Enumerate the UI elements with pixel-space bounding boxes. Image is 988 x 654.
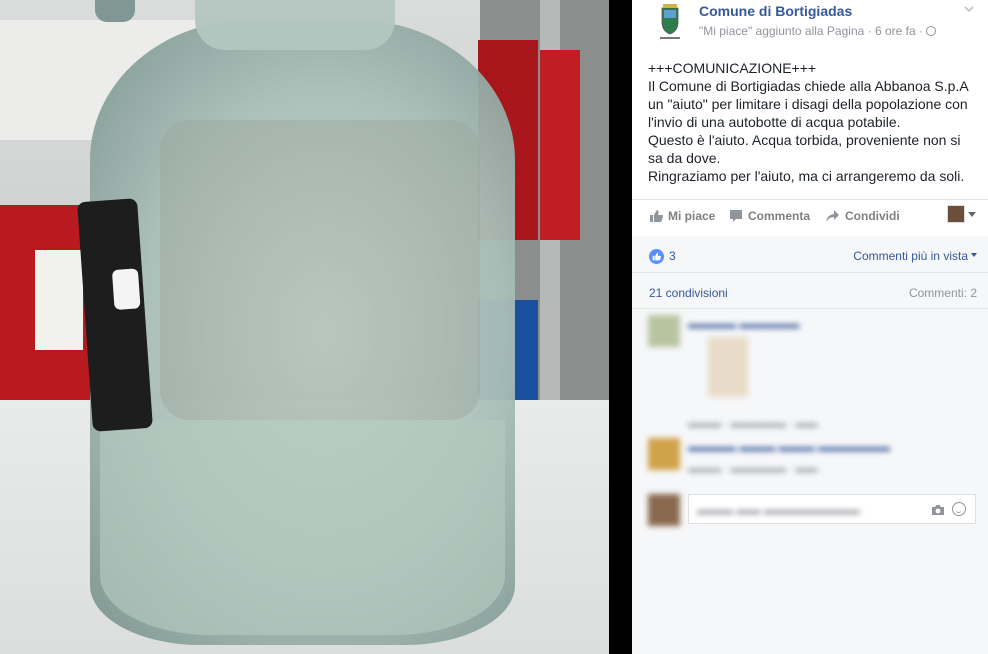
globe-icon <box>925 26 936 36</box>
post-text-line: un "aiuto" per limitare i disagi della p… <box>648 96 968 112</box>
comment-item: ▬▬▬▬ ▬▬▬▬▬ ▬▬▬ · ▬▬▬▬▬ · ▬▬ <box>648 315 978 430</box>
comment-sort-dropdown[interactable]: Commenti più in vista <box>853 249 977 263</box>
stats-row: 21 condivisioni Commenti: 2 <box>632 273 988 309</box>
chevron-down-icon[interactable] <box>964 4 974 14</box>
post-photo[interactable] <box>0 0 609 654</box>
shares-link[interactable]: 21 condivisioni <box>649 286 728 300</box>
like-reaction-icon[interactable] <box>649 249 664 264</box>
commenter-avatar[interactable] <box>648 315 680 347</box>
post-text-line: +++COMUNICAZIONE+++ <box>648 60 817 76</box>
composer-avatar <box>648 494 680 526</box>
comment-image[interactable] <box>708 337 748 397</box>
comment-input-placeholder-blurred: ▬▬▬ ▬▬ ▬▬▬▬▬▬▬▬ <box>697 503 860 517</box>
speech-bubble-icon <box>730 210 742 222</box>
post-text-line: Il Comune di Bortigiadas chiede alla Abb… <box>648 78 969 94</box>
commenter-name-blurred[interactable]: ▬▬▬▬ ▬▬▬ ▬▬▬ ▬▬▬▬▬▬ <box>688 440 890 454</box>
post-subline: "Mi piace" aggiunto alla Pagina · 6 ore … <box>699 24 936 38</box>
reactions-row: 3 Commenti più in vista <box>632 236 988 273</box>
commenter-name-blurred[interactable]: ▬▬▬▬ ▬▬▬▬▬ <box>688 317 799 331</box>
post-subline-text: "Mi piace" aggiunto alla Pagina · 6 ore … <box>699 24 923 38</box>
comment-meta-blurred: ▬▬▬ · ▬▬▬▬▬ · ▬▬ <box>688 418 818 430</box>
photo-bottle-handle <box>95 0 135 22</box>
caret-down-icon <box>968 211 976 217</box>
smiley-icon[interactable] <box>952 502 966 516</box>
thumbs-up-icon <box>650 210 663 222</box>
post-text: +++COMUNICAZIONE+++ Il Comune di Bortigi… <box>648 59 988 185</box>
photo-binder <box>540 50 580 240</box>
like-button[interactable]: Mi piace <box>649 209 715 223</box>
share-button-label: Condividi <box>845 209 900 223</box>
post-text-line: l'invio di una autobotte di acqua potabi… <box>648 114 901 130</box>
feedback-section: 3 Commenti più in vista 21 condivisioni … <box>632 236 988 654</box>
like-button-label: Mi piace <box>668 209 716 223</box>
post-as-selector[interactable] <box>947 205 976 223</box>
commenter-avatar[interactable] <box>648 438 680 470</box>
comment-composer: ▬▬▬ ▬▬ ▬▬▬▬▬▬▬▬ <box>648 494 976 526</box>
photo-water-bottle <box>90 20 515 645</box>
photo-bottle-neck <box>195 0 395 50</box>
page-avatar[interactable] <box>652 0 688 42</box>
user-avatar <box>947 205 965 223</box>
camera-icon[interactable] <box>931 504 945 516</box>
page-name-link[interactable]: Comune di Bortigiadas <box>699 3 852 19</box>
post-text-line: Questo è l'aiuto. Acqua torbida, proveni… <box>648 132 961 148</box>
post-text-line: sa da dove. <box>648 150 721 166</box>
share-arrow-icon <box>826 210 839 222</box>
post-side-panel: Comune di Bortigiadas "Mi piace" aggiunt… <box>632 0 988 654</box>
post-actions-bar: Mi piace Commenta Condividi <box>632 199 988 236</box>
comment-button[interactable]: Commenta <box>729 209 810 223</box>
post-text-line: Ringraziamo per l'aiuto, ma ci arrangere… <box>648 168 965 184</box>
comment-meta-blurred: ▬▬▬ · ▬▬▬▬▬ · ▬▬ <box>688 463 818 475</box>
like-count[interactable]: 3 <box>669 249 676 263</box>
comments-count: Commenti: 2 <box>908 286 977 300</box>
comment-button-label: Commenta <box>748 209 811 223</box>
comment-item: ▬▬▬▬ ▬▬▬ ▬▬▬ ▬▬▬▬▬▬ ▬▬▬ · ▬▬▬▬▬ · ▬▬ <box>648 438 978 478</box>
post-header: Comune di Bortigiadas "Mi piace" aggiunt… <box>632 0 988 50</box>
share-button[interactable]: Condividi <box>825 209 900 223</box>
photo-gutter <box>609 0 632 654</box>
comment-input[interactable]: ▬▬▬ ▬▬ ▬▬▬▬▬▬▬▬ <box>688 494 976 524</box>
